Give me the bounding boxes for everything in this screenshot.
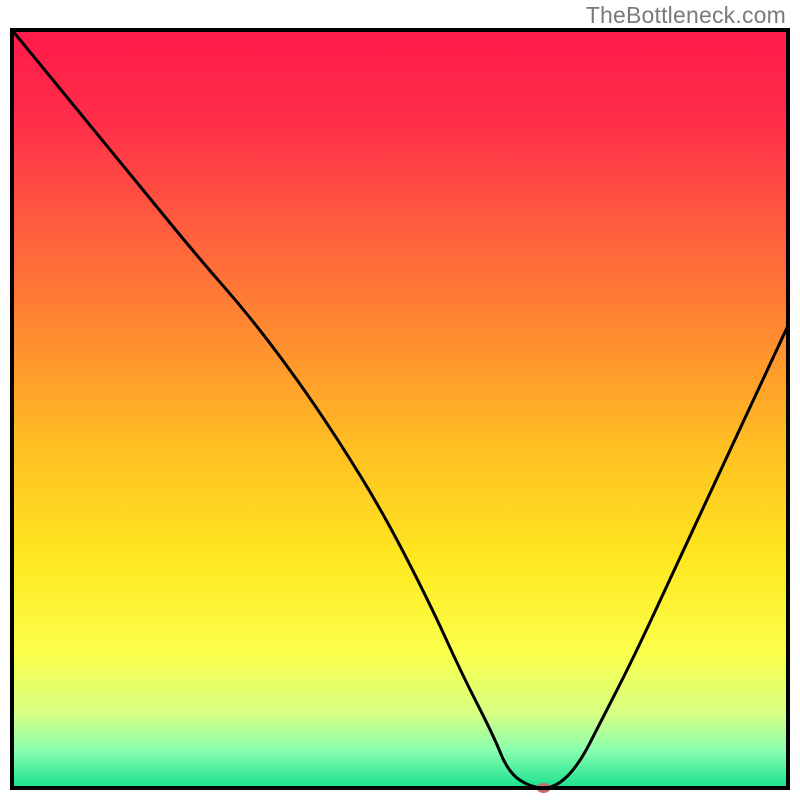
bottleneck-chart bbox=[0, 0, 800, 800]
chart-container: TheBottleneck.com bbox=[0, 0, 800, 800]
watermark-text: TheBottleneck.com bbox=[586, 2, 786, 29]
gradient-background bbox=[12, 30, 788, 788]
plot-area bbox=[12, 30, 788, 793]
